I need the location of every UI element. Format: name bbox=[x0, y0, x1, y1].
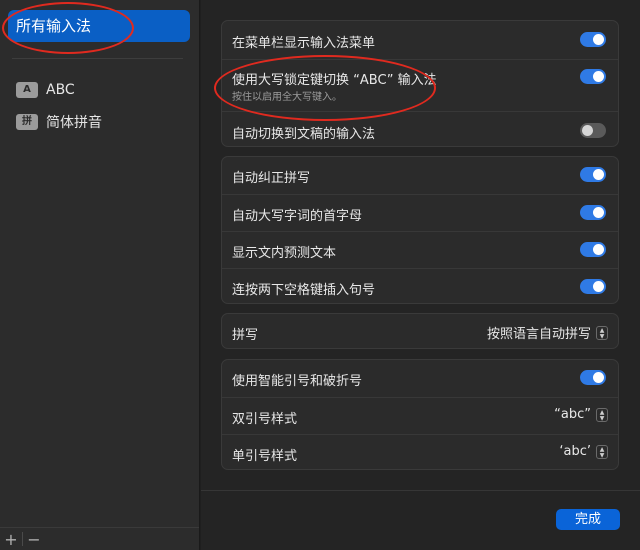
predictive-text-row: 显示文内预测文本 bbox=[222, 231, 618, 269]
sidebar-item-pinyin[interactable]: 拼 简体拼音 bbox=[16, 112, 102, 132]
auto-correct-toggle[interactable] bbox=[580, 167, 606, 182]
double-space-toggle[interactable] bbox=[580, 279, 606, 294]
pinyin-keyboard-icon: 拼 bbox=[16, 114, 38, 130]
auto-capitalize-row: 自动大写字词的首字母 bbox=[222, 194, 618, 232]
spelling-label: 拼写 bbox=[232, 328, 259, 343]
auto-switch-label: 自动切换到文稿的输入法 bbox=[232, 127, 376, 142]
add-input-source-button[interactable]: + bbox=[0, 530, 22, 549]
single-quote-select[interactable]: ‘abc’ ▲ ▼ bbox=[559, 444, 608, 459]
caps-lock-sublabel: 按住以启用全大写键入。 bbox=[232, 92, 342, 103]
spelling-row: 拼写 按照语言自动拼写 ▲ ▼ bbox=[222, 314, 618, 350]
menu-bar-row: 在菜单栏显示输入法菜单 bbox=[222, 21, 618, 59]
auto-capitalize-label: 自动大写字词的首字母 bbox=[232, 209, 363, 224]
single-quote-value: ‘abc’ bbox=[559, 444, 591, 459]
auto-correct-label: 自动纠正拼写 bbox=[232, 171, 311, 186]
sidebar-item-label: 简体拼音 bbox=[46, 115, 102, 131]
auto-switch-toggle[interactable] bbox=[580, 123, 606, 138]
double-quote-value: “abc” bbox=[554, 407, 591, 422]
menu-options-group: 在菜单栏显示输入法菜单 使用大写锁定键切换 “ABC” 输入法 按住以启用全大写… bbox=[221, 20, 619, 147]
footer-divider bbox=[201, 490, 640, 491]
double-quote-select[interactable]: “abc” ▲ ▼ bbox=[554, 407, 608, 422]
spelling-select[interactable]: 按照语言自动拼写 ▲ ▼ bbox=[487, 323, 608, 342]
abc-keyboard-icon: A bbox=[16, 82, 38, 98]
chevron-up-down-icon: ▲ ▼ bbox=[596, 325, 608, 340]
quotes-group: 使用智能引号和破折号 双引号样式 “abc” ▲ ▼ 单引号样式 ‘abc’ ▲ ▼ bbox=[221, 359, 619, 470]
spelling-group: 拼写 按照语言自动拼写 ▲ ▼ bbox=[221, 313, 619, 349]
auto-capitalize-toggle[interactable] bbox=[580, 205, 606, 220]
settings-pane: 在菜单栏显示输入法菜单 使用大写锁定键切换 “ABC” 输入法 按住以启用全大写… bbox=[201, 0, 640, 550]
sidebar-item-all-input-sources[interactable]: 所有输入法 bbox=[8, 10, 190, 42]
double-space-label: 连按两下空格键插入句号 bbox=[232, 283, 376, 298]
auto-switch-row: 自动切换到文稿的输入法 bbox=[222, 111, 618, 148]
remove-input-source-button[interactable]: − bbox=[23, 530, 45, 549]
single-quote-row: 单引号样式 ‘abc’ ▲ ▼ bbox=[222, 434, 618, 472]
predictive-text-label: 显示文内预测文本 bbox=[232, 246, 337, 261]
caps-lock-toggle[interactable] bbox=[580, 69, 606, 84]
double-space-row: 连按两下空格键插入句号 bbox=[222, 268, 618, 306]
spelling-value: 按照语言自动拼写 bbox=[486, 327, 591, 342]
sidebar-item-label: ABC bbox=[46, 82, 75, 98]
smart-quotes-toggle[interactable] bbox=[580, 370, 606, 385]
chevron-up-down-icon: ▲ ▼ bbox=[596, 407, 608, 422]
sidebar-divider bbox=[12, 58, 183, 59]
auto-correct-row: 自动纠正拼写 bbox=[222, 157, 618, 194]
sidebar-item-abc[interactable]: A ABC bbox=[16, 80, 75, 100]
done-button[interactable]: 完成 bbox=[556, 509, 620, 530]
auto-correct-group: 自动纠正拼写 自动大写字词的首字母 显示文内预测文本 连按两下空格键插入句号 bbox=[221, 156, 619, 304]
double-quote-label: 双引号样式 bbox=[232, 412, 298, 427]
single-quote-label: 单引号样式 bbox=[232, 449, 298, 464]
menu-bar-label: 在菜单栏显示输入法菜单 bbox=[232, 36, 376, 51]
smart-quotes-label: 使用智能引号和破折号 bbox=[232, 374, 363, 389]
chevron-up-down-icon: ▲ ▼ bbox=[596, 444, 608, 459]
smart-quotes-row: 使用智能引号和破折号 bbox=[222, 360, 618, 397]
predictive-text-toggle[interactable] bbox=[580, 242, 606, 257]
caps-lock-label: 使用大写锁定键切换 “ABC” 输入法 bbox=[232, 73, 437, 88]
caps-lock-row: 使用大写锁定键切换 “ABC” 输入法 按住以启用全大写键入。 bbox=[222, 59, 618, 112]
menu-bar-toggle[interactable] bbox=[580, 32, 606, 47]
sidebar-bottom-bar: + − bbox=[0, 527, 199, 550]
double-quote-row: 双引号样式 “abc” ▲ ▼ bbox=[222, 397, 618, 435]
sidebar: 所有输入法 A ABC 拼 简体拼音 + − bbox=[0, 0, 200, 550]
sidebar-item-label: 所有输入法 bbox=[16, 17, 92, 35]
